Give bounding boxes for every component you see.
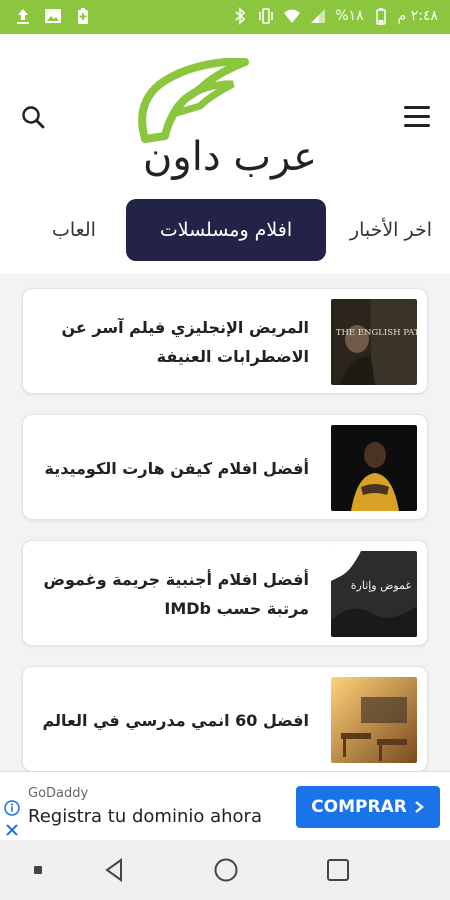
article-thumbnail: غموض وإثارة	[331, 551, 417, 637]
article-card[interactable]: THE ENGLISH PATIENT المريض الإنجليزي فيل…	[22, 288, 428, 394]
ad-info-icon[interactable]	[4, 800, 20, 816]
back-icon[interactable]	[100, 856, 128, 884]
tab-movies-series[interactable]: افلام ومسلسلات	[126, 199, 326, 261]
article-title[interactable]: أفضل افلام أجنبية جريمة وغموض مرتبة حسب …	[37, 541, 309, 647]
battery-saver-icon	[78, 8, 88, 24]
battery-icon	[375, 8, 386, 25]
article-title[interactable]: المريض الإنجليزي فيلم آسر عن الاضطرابات …	[37, 289, 310, 395]
signal-icon	[311, 9, 326, 23]
ad-close-icon[interactable]	[4, 822, 20, 838]
article-thumbnail	[331, 425, 417, 511]
wifi-icon	[284, 9, 301, 23]
ad-banner[interactable]: GoDaddy Registra tu dominio ahora COMPRA…	[0, 771, 450, 840]
thumb-title-text: THE ENGLISH PATIENT	[336, 328, 417, 338]
article-card[interactable]: غموض وإثارة أفضل افلام أجنبية جريمة وغمو…	[22, 540, 428, 646]
upload-icon	[17, 9, 29, 24]
recents-icon[interactable]	[324, 856, 352, 884]
battery-percent: %١٨	[335, 8, 364, 24]
ad-headline[interactable]: Registra tu dominio ahora	[28, 806, 262, 827]
nav-dot-icon[interactable]	[24, 856, 52, 884]
tab-games[interactable]: العاب	[52, 199, 96, 261]
article-card[interactable]: أفضل افلام كيفن هارت الكوميدية	[22, 414, 428, 520]
search-icon[interactable]	[20, 104, 46, 130]
ad-cta-label: COMPRAR	[311, 797, 407, 817]
tab-latest-news[interactable]: اخر الأخبار	[350, 199, 432, 261]
category-tabs: اخر الأخبار افلام ومسلسلات العاب ا	[0, 199, 450, 274]
chevron-right-icon	[415, 801, 424, 813]
ad-cta-button[interactable]: COMPRAR	[296, 786, 440, 828]
image-icon	[45, 9, 61, 23]
site-header: عرب داون	[0, 34, 450, 199]
article-thumbnail	[331, 677, 417, 763]
article-title[interactable]: أفضل افلام كيفن هارت الكوميدية	[37, 415, 309, 521]
vibrate-icon	[259, 8, 274, 24]
status-bar: %١٨ ٢:٤٨ م	[0, 0, 450, 34]
hamburger-menu-icon[interactable]	[404, 106, 430, 128]
home-icon[interactable]	[212, 856, 240, 884]
system-nav-bar	[0, 840, 450, 900]
bluetooth-icon	[235, 7, 246, 25]
article-card[interactable]: افضل 60 انمي مدرسي في العالم	[22, 666, 428, 771]
article-thumbnail: THE ENGLISH PATIENT	[331, 299, 417, 385]
article-title[interactable]: افضل 60 انمي مدرسي في العالم	[37, 667, 309, 771]
article-list: THE ENGLISH PATIENT المريض الإنجليزي فيل…	[0, 274, 450, 771]
thumb-title-text: غموض وإثارة	[351, 579, 412, 592]
logo-text: عرب داون	[143, 134, 317, 180]
status-time: ٢:٤٨ م	[397, 8, 438, 24]
ad-brand: GoDaddy	[28, 786, 89, 801]
